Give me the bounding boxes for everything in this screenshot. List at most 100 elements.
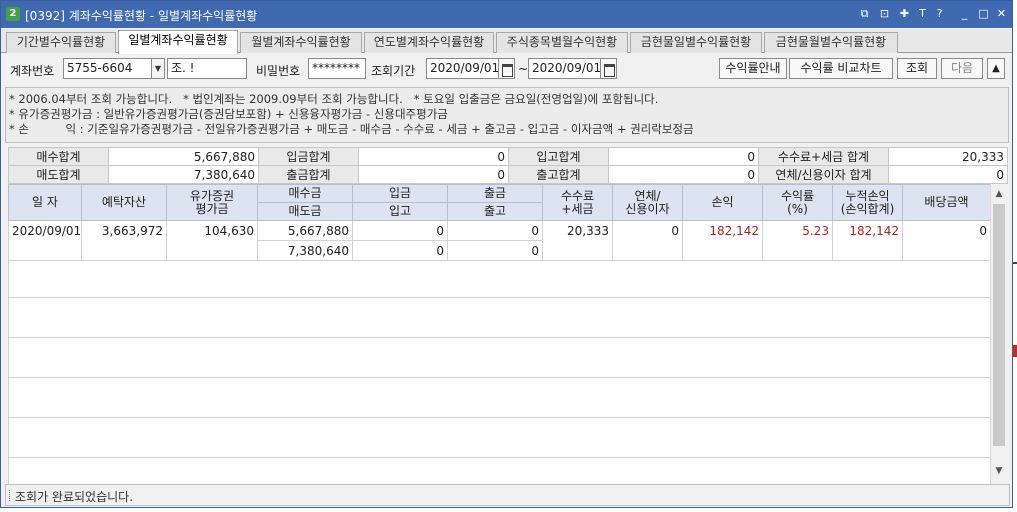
pin-icon[interactable]: ✚	[897, 6, 912, 22]
window-title: [0392] 계좌수익률현황 - 일별계좌수익률현황	[25, 9, 258, 23]
header-line: 연체/	[634, 188, 661, 203]
help-icon[interactable]: ?	[932, 6, 947, 22]
header-securities-eval[interactable]: 유가증권 평가금	[166, 184, 258, 221]
header-fee-tax[interactable]: 수수료 +세금	[542, 184, 613, 221]
cell-stock-in: 0	[352, 240, 448, 261]
stock-out-total-label: 출고합계	[508, 165, 609, 184]
notice-line: * 2006.04부터 조회 가능합니다. * 법인계좌는 2009.09부터 …	[9, 92, 659, 106]
notice-line: * 유가증권평가금 : 일반유가증권평가금(증권담보포함) + 신용융자평가금 …	[9, 107, 448, 121]
status-grip-icon	[9, 490, 11, 501]
table-row[interactable]: 2020/09/01 3,663,972 104,630 5,667,880 0…	[8, 220, 991, 261]
cell-date: 2020/09/01	[8, 220, 82, 261]
tab-yearly-account-return[interactable]: 연도별계좌수익률현황	[364, 32, 494, 53]
return-compare-chart-button[interactable]: 수익률 비교차트	[789, 58, 893, 79]
cell-cum-profit: 182,142	[832, 220, 903, 261]
header-profit[interactable]: 손익	[682, 184, 763, 221]
next-button[interactable]: 다음	[941, 58, 983, 79]
interest-total-label: 연체/신용이자 합계	[758, 165, 889, 184]
tab-daily-account-return[interactable]: 일별계좌수익률현황	[118, 30, 238, 54]
header-line: 수수료	[560, 188, 595, 203]
header-overdue-interest[interactable]: 연체/신용이자	[612, 184, 683, 221]
header-line: 평가금	[195, 201, 229, 216]
withdraw-total-label: 출금합계	[258, 165, 359, 184]
font-size-icon[interactable]: T	[915, 6, 930, 22]
query-bar: 계좌번호 5755-6604 ▼ 조. ! 비밀번호 ******** 조회기간…	[1, 54, 1012, 84]
cell-withdraw: 0	[447, 220, 543, 241]
header-deposit-assets[interactable]: 예탁자산	[81, 184, 167, 221]
collapse-up-icon[interactable]: ▲	[987, 58, 1005, 79]
fee-tax-total-value: 20,333	[888, 147, 1008, 166]
return-guide-button[interactable]: 수익률안내	[719, 58, 787, 79]
daily-return-grid: 일 자 예탁자산 유가증권 평가금 매수금 입금 출금 수수료 +세금 연체/신용이…	[8, 184, 991, 495]
account-return-window: 2 [0392] 계좌수익률현황 - 일별계좌수익률현황 ⧉ ⊡ ✚ T ? _…	[0, 0, 1013, 508]
tab-monthly-account-return[interactable]: 월별계좌수익률현황	[240, 32, 362, 53]
background-edge-mark	[1013, 262, 1017, 264]
tab-period-return[interactable]: 기간별수익률현황	[6, 32, 116, 53]
withdraw-total-value: 0	[358, 165, 509, 184]
stock-out-total-value: 0	[608, 165, 759, 184]
cell-profit: 182,142	[682, 220, 763, 261]
tab-gold-daily-return[interactable]: 금현물일별수익률현황	[630, 32, 762, 53]
header-line: 누적손익	[845, 188, 890, 203]
date-to-input[interactable]: 2020/09/01	[528, 58, 602, 79]
sell-total-value: 7,380,640	[108, 165, 259, 184]
empty-row	[8, 417, 991, 458]
cell-deposit-assets: 3,663,972	[81, 220, 167, 261]
header-cum-profit[interactable]: 누적손익 (손익합계)	[832, 184, 903, 221]
header-buy-amount[interactable]: 매수금	[257, 184, 353, 203]
tab-stock-monthly-profit[interactable]: 주식종목별월수익현황	[496, 32, 628, 53]
notice-panel: * 2006.04부터 조회 가능합니다. * 법인계좌는 2009.09부터 …	[5, 87, 1009, 143]
account-number-input[interactable]: 5755-6604	[63, 58, 152, 79]
status-message: 조회가 완료되었습니다.	[15, 490, 134, 504]
header-line: +세금	[561, 201, 594, 216]
stock-in-total-label: 입고합계	[508, 147, 609, 166]
screen-number-badge: 2	[6, 7, 20, 21]
grid-scrollbar[interactable]: ▲ ▼	[990, 184, 1007, 481]
date-separator: ~	[518, 62, 529, 76]
capture-icon[interactable]: ⊡	[877, 6, 892, 22]
header-line: (%)	[787, 201, 808, 216]
header-date[interactable]: 일 자	[8, 184, 82, 221]
date-from-input[interactable]: 2020/09/01	[426, 58, 500, 79]
close-icon[interactable]: ✕	[994, 6, 1009, 22]
scroll-thumb[interactable]	[993, 204, 1005, 446]
header-stock-out[interactable]: 출고	[447, 202, 543, 221]
tab-gold-monthly-return[interactable]: 금현물월별수익률현황	[764, 32, 898, 53]
cell-deposit-in: 0	[352, 220, 448, 241]
status-bar: 조회가 완료되었습니다.	[5, 484, 1010, 506]
notice-line: * 손 익 : 기준일유가증권평가금 - 전일유가증권평가금 + 매도금 - 매…	[9, 122, 694, 136]
chevron-down-icon[interactable]: ▼	[151, 58, 165, 79]
header-deposit-in[interactable]: 입금	[352, 184, 448, 203]
header-dividend[interactable]: 배당금액	[902, 184, 991, 221]
empty-row	[8, 297, 991, 338]
calendar-icon[interactable]	[498, 58, 515, 79]
cell-sell-amount: 7,380,640	[257, 240, 353, 261]
minimize-icon[interactable]: _	[957, 6, 972, 22]
period-label: 조회기간	[371, 64, 416, 78]
background-edge-mark	[1013, 345, 1017, 357]
header-return-rate[interactable]: 수익률 (%)	[762, 184, 833, 221]
search-button[interactable]: 조회	[897, 58, 937, 79]
password-label: 비밀번호	[256, 64, 301, 78]
header-withdraw[interactable]: 출금	[447, 184, 543, 203]
header-sell-amount[interactable]: 매도금	[257, 202, 353, 221]
summary-row: 매수합계 5,667,880 입금합계 0 입고합계 0 수수료+세금 합계 2…	[8, 147, 1008, 166]
sell-total-label: 매도합계	[8, 165, 109, 184]
calendar-icon[interactable]	[600, 58, 617, 79]
empty-row	[8, 337, 991, 378]
title-bar[interactable]: 2 [0392] 계좌수익률현황 - 일별계좌수익률현황 ⧉ ⊡ ✚ T ? _…	[1, 1, 1012, 28]
scroll-down-icon[interactable]: ▼	[991, 463, 1007, 479]
cell-dividend: 0	[902, 220, 991, 261]
header-line: 신용이자	[625, 201, 670, 216]
fee-tax-total-label: 수수료+세금 합계	[758, 147, 889, 166]
cell-stock-out: 0	[447, 240, 543, 261]
maximize-icon[interactable]: □	[976, 6, 991, 22]
scroll-up-icon[interactable]: ▲	[991, 186, 1007, 202]
header-stock-in[interactable]: 입고	[352, 202, 448, 221]
buy-total-label: 매수합계	[8, 147, 109, 166]
password-input[interactable]: ********	[308, 58, 366, 79]
link-window-icon[interactable]: ⧉	[857, 6, 872, 22]
header-line: 수익률	[780, 188, 815, 203]
summary-table: 매수합계 5,667,880 입금합계 0 입고합계 0 수수료+세금 합계 2…	[8, 147, 1008, 184]
deposit-total-label: 입금합계	[258, 147, 359, 166]
